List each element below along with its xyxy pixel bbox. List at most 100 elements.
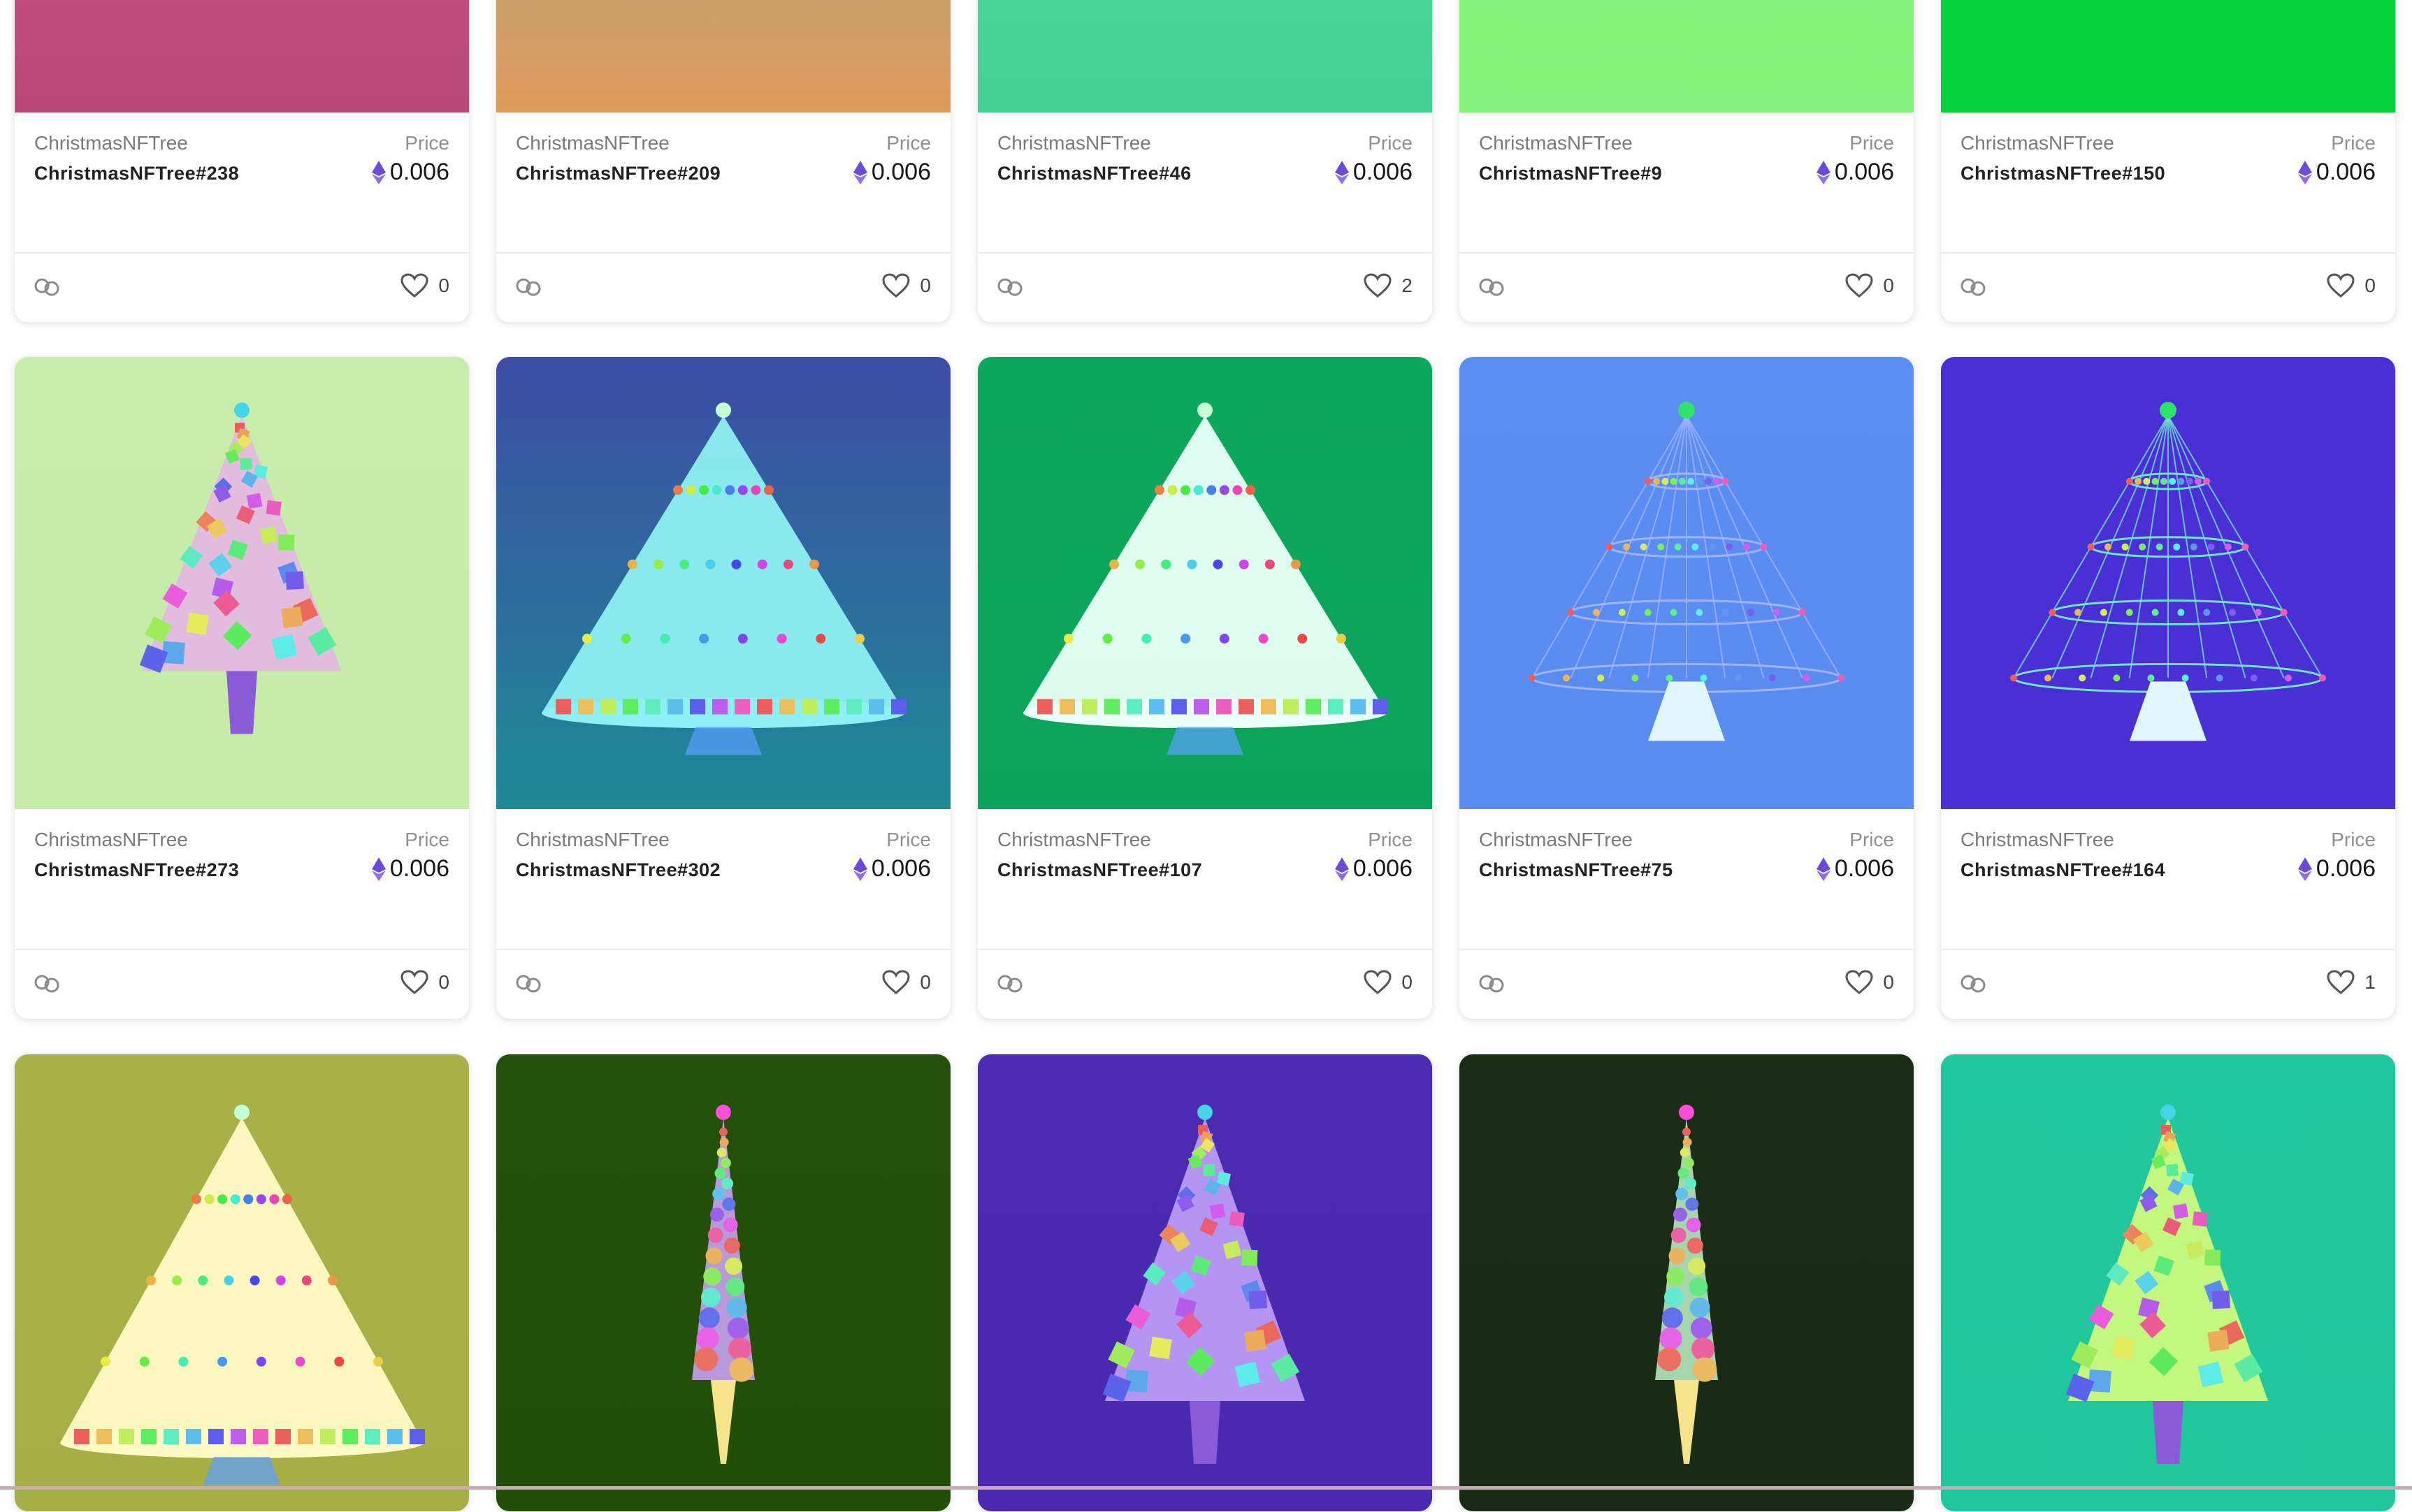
eth-icon [1334, 160, 1349, 184]
collection-name[interactable]: ChristmasNFTree [1960, 829, 2114, 851]
heart-icon[interactable] [400, 970, 428, 995]
collection-name[interactable]: ChristmasNFTree [1479, 829, 1633, 851]
nft-name[interactable]: ChristmasNFTree#164 [1960, 859, 2165, 881]
link-icon[interactable] [1478, 276, 1505, 298]
collection-name[interactable]: ChristmasNFTree [997, 829, 1151, 851]
nft-thumbnail[interactable] [15, 1054, 469, 1511]
link-icon[interactable] [1478, 973, 1505, 995]
nft-thumbnail[interactable] [496, 357, 951, 809]
nft-card[interactable]: ChristmasNFTree Price ChristmasNFTree#209 0… [496, 0, 951, 323]
nft-card[interactable] [1459, 1054, 1914, 1512]
like-button[interactable]: 0 [400, 273, 449, 298]
tree-artwork [978, 0, 1432, 112]
link-icon[interactable] [514, 973, 542, 995]
nft-name[interactable]: ChristmasNFTree#273 [34, 859, 239, 881]
nft-name[interactable]: ChristmasNFTree#75 [1479, 859, 1673, 881]
link-icon[interactable] [514, 276, 542, 298]
nft-thumbnail[interactable] [978, 1054, 1432, 1511]
card-footer: 2 [978, 252, 1432, 322]
heart-icon[interactable] [2327, 273, 2355, 298]
like-button[interactable]: 0 [400, 970, 449, 995]
nft-card[interactable]: ChristmasNFTree Price ChristmasNFTree#164 0… [1940, 356, 2396, 1019]
tree-artwork [1941, 0, 2395, 112]
like-button[interactable]: 0 [1364, 970, 1413, 995]
nft-name[interactable]: ChristmasNFTree#302 [516, 859, 721, 881]
card-footer: 1 [1941, 949, 2395, 1019]
collection-name[interactable]: ChristmasNFTree [1479, 132, 1633, 154]
nft-card[interactable]: ChristmasNFTree Price ChristmasNFTree#9 0.0… [1459, 0, 1914, 323]
nft-card[interactable]: ChristmasNFTree Price ChristmasNFTree#75 0.… [1459, 356, 1914, 1019]
like-button[interactable]: 0 [882, 273, 931, 298]
nft-card[interactable] [14, 1054, 470, 1512]
nft-name[interactable]: ChristmasNFTree#209 [516, 163, 721, 184]
nft-card[interactable]: ChristmasNFTree Price ChristmasNFTree#273 0… [14, 356, 470, 1019]
card-info: ChristmasNFTree Price ChristmasNFTree#273 0… [15, 809, 469, 949]
nft-card[interactable]: ChristmasNFTree Price ChristmasNFTree#238 0… [14, 0, 470, 323]
nft-name[interactable]: ChristmasNFTree#238 [34, 163, 239, 184]
like-button[interactable]: 2 [1364, 273, 1413, 298]
collection-name[interactable]: ChristmasNFTree [516, 829, 670, 851]
like-button[interactable]: 1 [2327, 970, 2376, 995]
heart-icon[interactable] [400, 273, 428, 298]
card-footer: 0 [1941, 252, 2395, 322]
card-info: ChristmasNFTree Price ChristmasNFTree#9 0.0… [1459, 112, 1914, 252]
nft-thumbnail[interactable] [1459, 1054, 1914, 1511]
nft-thumbnail[interactable] [15, 0, 469, 112]
nft-thumbnail[interactable] [1459, 0, 1914, 112]
nft-thumbnail[interactable] [978, 0, 1432, 112]
nft-thumbnail[interactable] [978, 357, 1432, 809]
heart-icon[interactable] [1364, 273, 1392, 298]
collection-name[interactable]: ChristmasNFTree [1960, 132, 2114, 154]
heart-icon[interactable] [1364, 970, 1392, 995]
like-count: 0 [920, 275, 931, 296]
nft-name[interactable]: ChristmasNFTree#150 [1960, 163, 2165, 184]
like-button[interactable]: 0 [2327, 273, 2376, 298]
eth-icon [1334, 857, 1349, 881]
nft-card[interactable] [496, 1054, 951, 1512]
card-footer: 0 [1459, 949, 1914, 1019]
nft-thumbnail[interactable] [1941, 0, 2395, 112]
nft-name[interactable]: ChristmasNFTree#107 [997, 859, 1202, 881]
link-icon[interactable] [996, 276, 1024, 298]
nft-card[interactable]: ChristmasNFTree Price ChristmasNFTree#150 0… [1940, 0, 2396, 323]
like-button[interactable]: 0 [1845, 273, 1894, 298]
collection-name[interactable]: ChristmasNFTree [997, 132, 1151, 154]
like-button[interactable]: 0 [882, 970, 931, 995]
collection-name[interactable]: ChristmasNFTree [34, 829, 188, 851]
link-icon[interactable] [33, 276, 61, 298]
heart-icon[interactable] [1845, 970, 1873, 995]
nft-name[interactable]: ChristmasNFTree#9 [1479, 163, 1662, 184]
collection-name[interactable]: ChristmasNFTree [516, 132, 670, 154]
heart-icon[interactable] [882, 273, 910, 298]
link-icon[interactable] [33, 973, 61, 995]
heart-icon[interactable] [1845, 273, 1873, 298]
heart-icon[interactable] [2327, 970, 2355, 995]
link-icon[interactable] [1959, 973, 1987, 995]
card-footer: 0 [1459, 252, 1914, 322]
card-info: ChristmasNFTree Price ChristmasNFTree#150 0… [1941, 112, 2395, 252]
nft-thumbnail[interactable] [15, 357, 469, 809]
nft-card[interactable]: ChristmasNFTree Price ChristmasNFTree#302 0… [496, 356, 951, 1019]
like-button[interactable]: 0 [1845, 970, 1894, 995]
nft-thumbnail[interactable] [1941, 357, 2395, 809]
price-value: 0.006 [1816, 855, 1894, 882]
like-count: 1 [2364, 971, 2376, 993]
nft-thumbnail[interactable] [496, 1054, 951, 1511]
heart-icon[interactable] [882, 970, 910, 995]
nft-thumbnail[interactable] [1459, 357, 1914, 809]
nft-card[interactable] [977, 1054, 1433, 1512]
price-value: 0.006 [371, 855, 449, 882]
nft-card[interactable] [1940, 1054, 2396, 1512]
nft-card[interactable]: ChristmasNFTree Price ChristmasNFTree#107 0… [977, 356, 1433, 1019]
price-value: 0.006 [853, 855, 931, 882]
link-icon[interactable] [1959, 276, 1987, 298]
nft-card[interactable]: ChristmasNFTree Price ChristmasNFTree#46 0.… [977, 0, 1433, 323]
nft-name[interactable]: ChristmasNFTree#46 [997, 163, 1192, 184]
nft-thumbnail[interactable] [1941, 1054, 2395, 1511]
like-count: 0 [920, 971, 931, 993]
eth-icon [2297, 160, 2312, 184]
collection-name[interactable]: ChristmasNFTree [34, 132, 188, 154]
eth-icon [1816, 160, 1830, 184]
nft-thumbnail[interactable] [496, 0, 951, 112]
link-icon[interactable] [996, 973, 1024, 995]
